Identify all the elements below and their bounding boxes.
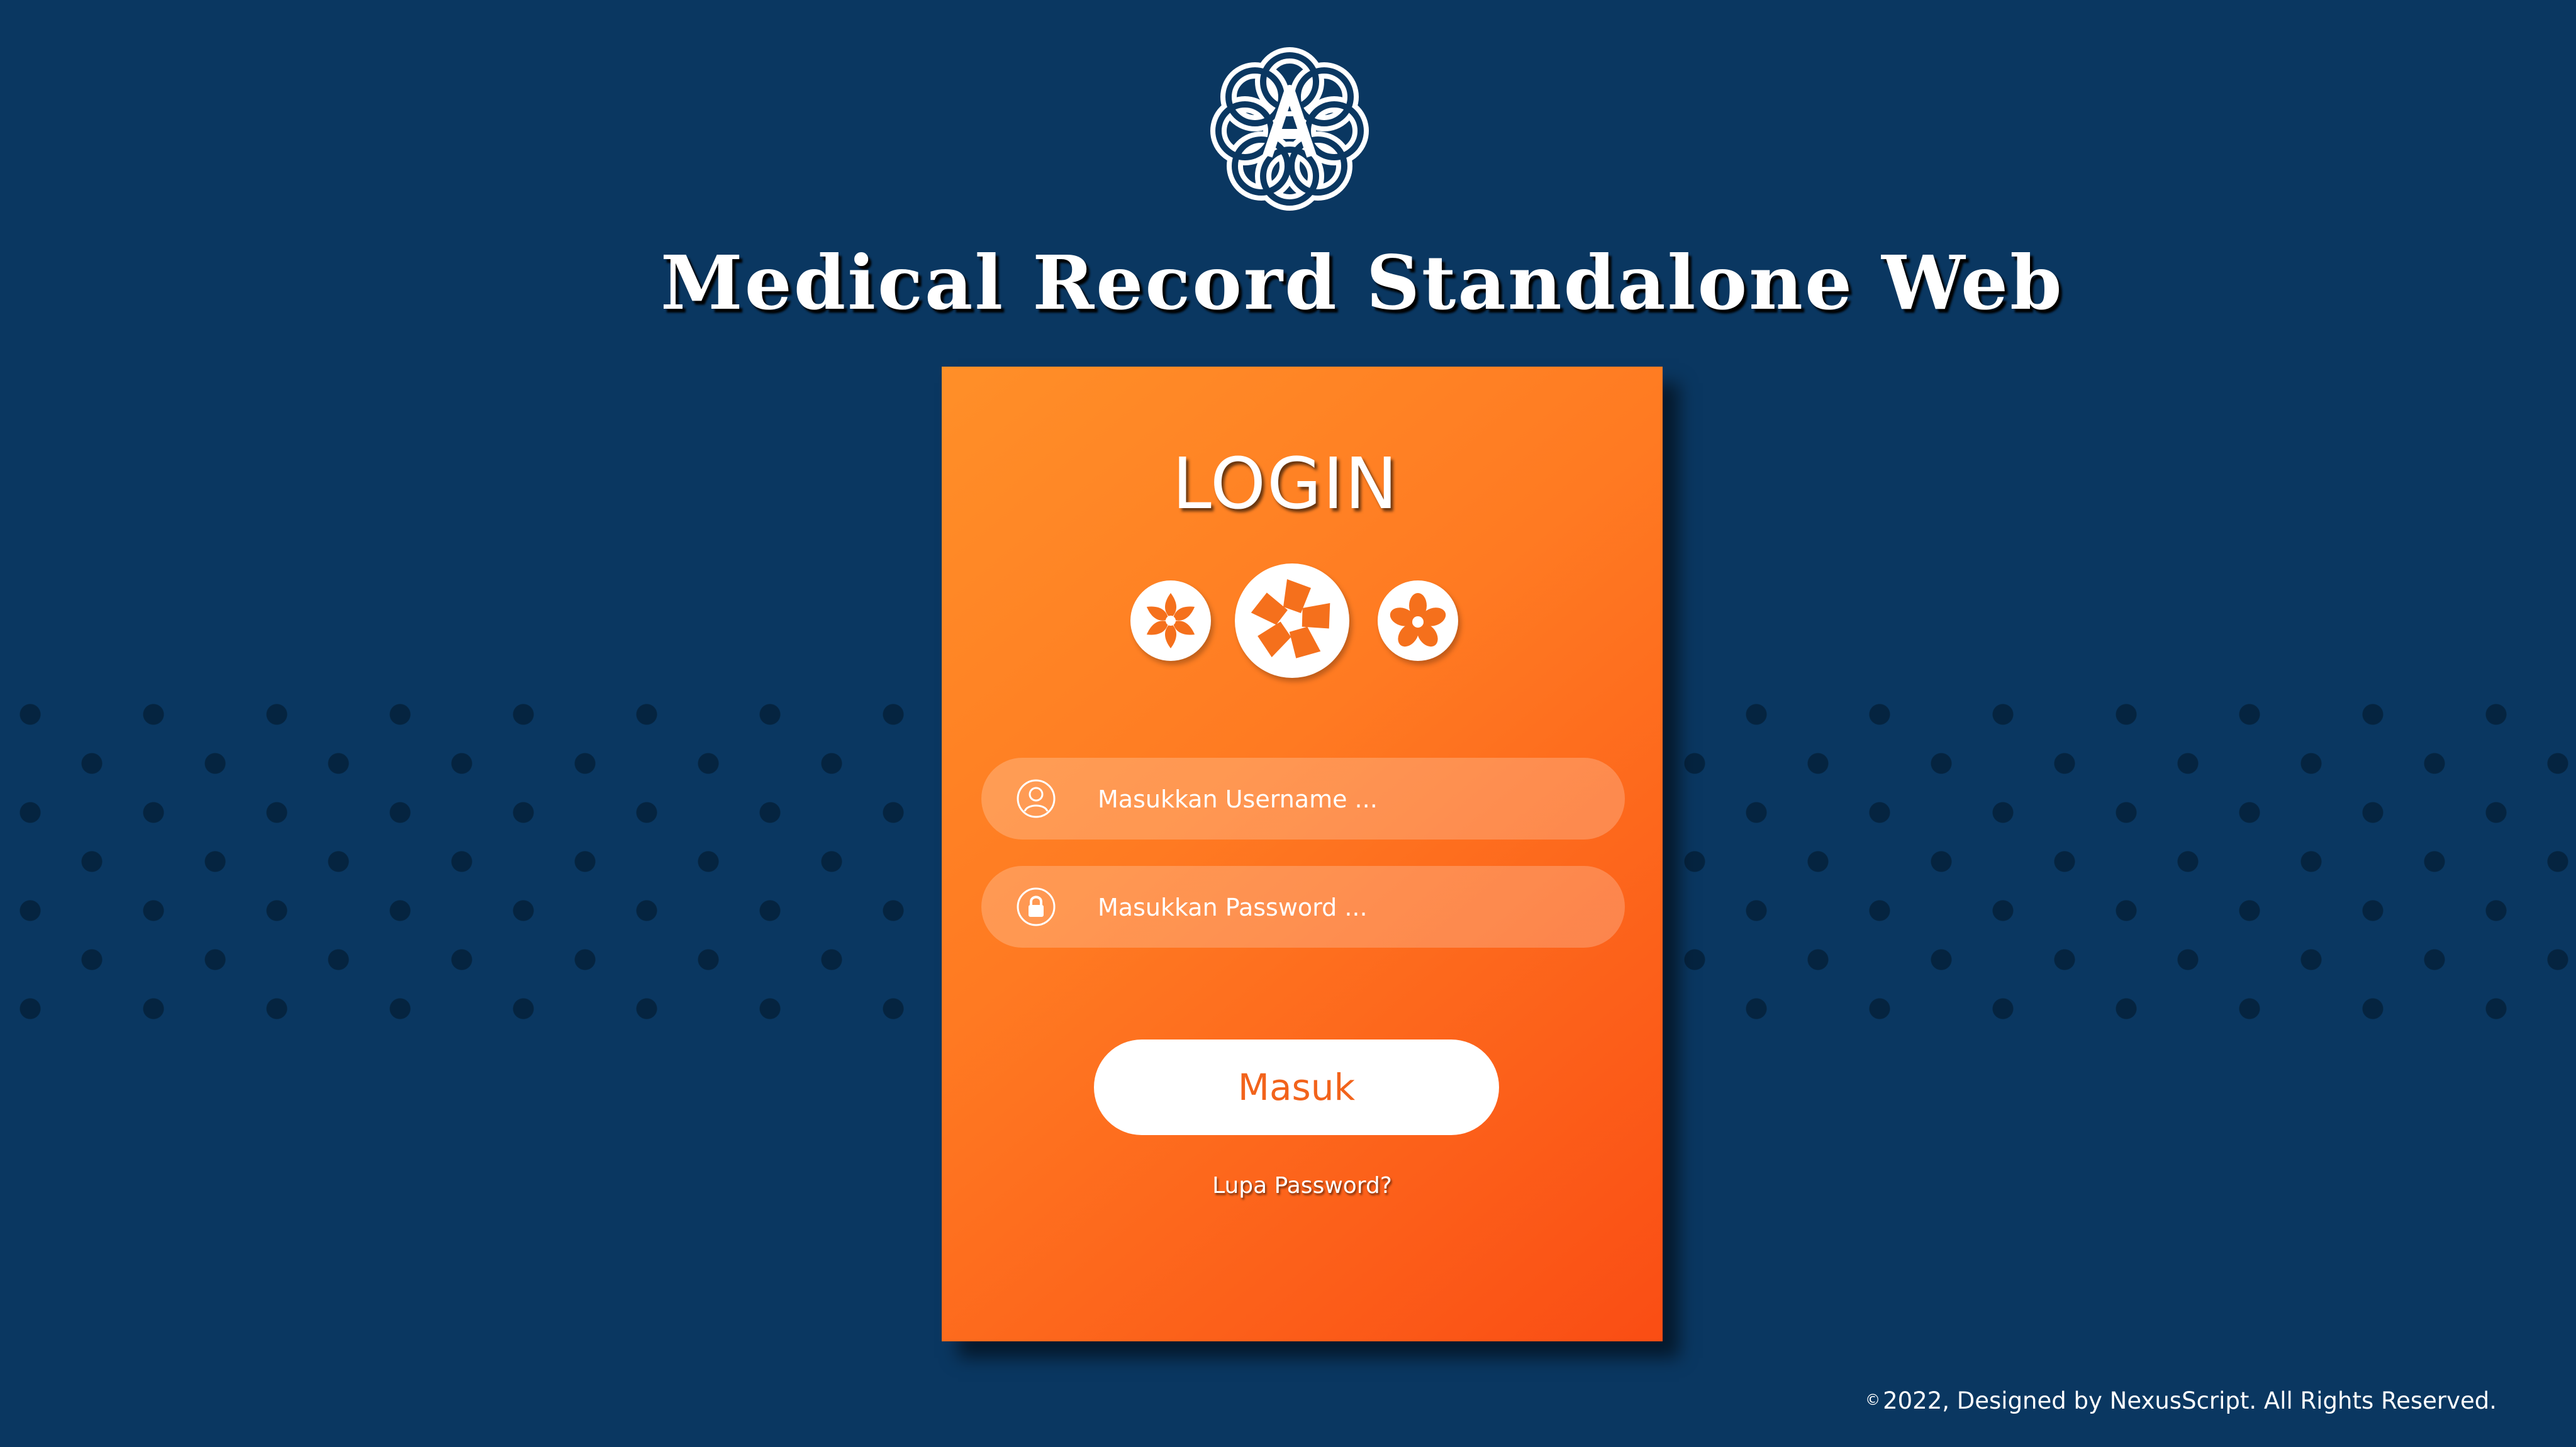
username-input[interactable] <box>1096 758 1602 841</box>
flower-a-logo-icon <box>1198 36 1381 219</box>
login-heading: LOGIN <box>1172 443 1399 525</box>
footer-copyright: © 2022, Designed by NexusScript. All Righ… <box>1865 1387 2497 1414</box>
user-icon <box>1016 779 1056 819</box>
password-field <box>981 866 1625 949</box>
password-input[interactable] <box>1096 866 1602 949</box>
flower-emblem-icon <box>1130 580 1211 661</box>
forgot-password-link[interactable]: Lupa Password? <box>942 1173 1663 1199</box>
blossom-emblem-icon <box>1378 580 1458 661</box>
lock-icon <box>1016 887 1056 927</box>
login-submit-button[interactable]: Masuk <box>1094 1040 1499 1135</box>
username-field <box>981 758 1625 841</box>
footer-text: 2022, Designed by NexusScript. All Right… <box>1883 1387 2497 1414</box>
copyright-symbol: © <box>1865 1391 1881 1409</box>
app-title: Medical Record Standalone Web <box>661 239 2064 326</box>
login-card: LOGIN Masukkan Username ... Masuk Lupa P… <box>942 367 1663 1341</box>
pinwheel-emblem-icon <box>1235 563 1349 678</box>
